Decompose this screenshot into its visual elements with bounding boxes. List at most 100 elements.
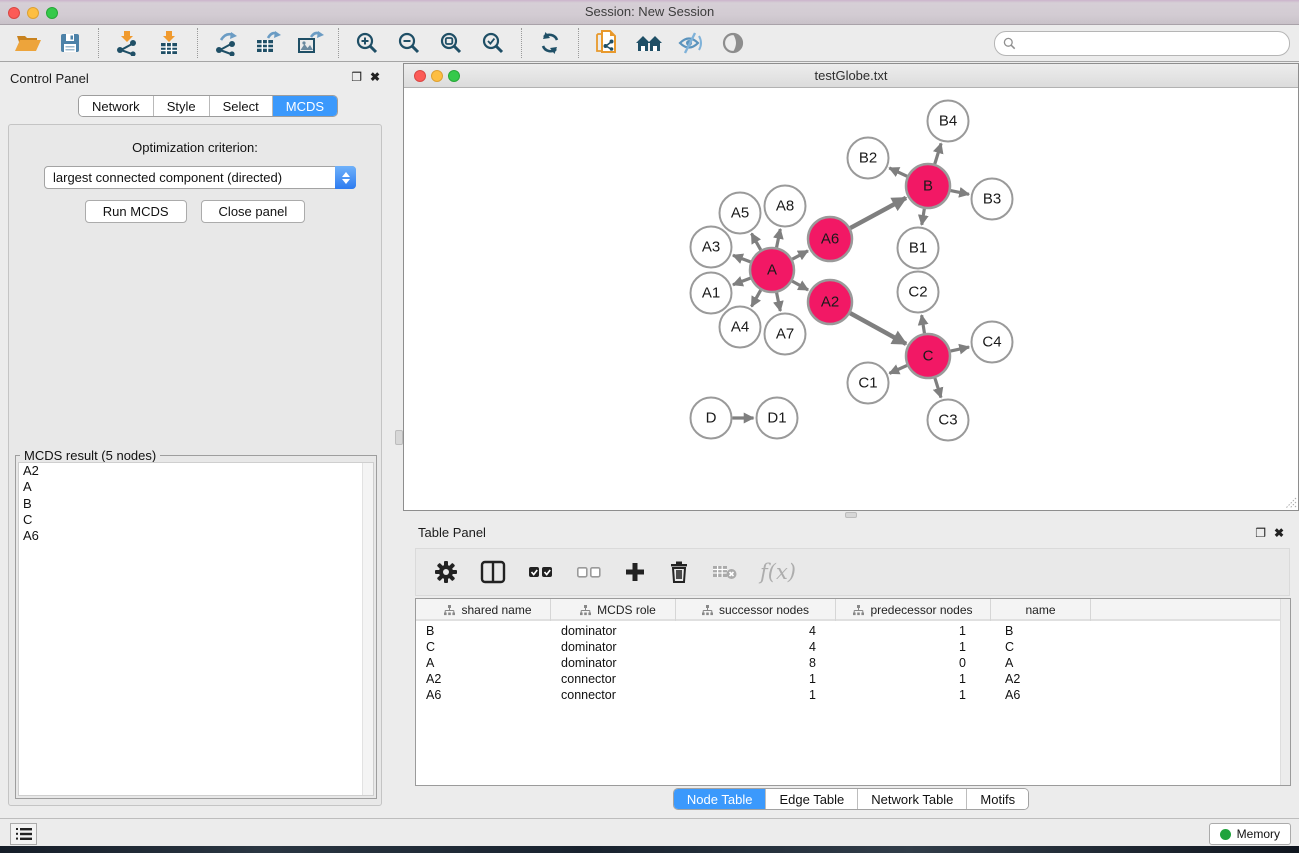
result-item[interactable]: A bbox=[19, 479, 373, 495]
save-session-icon[interactable] bbox=[53, 28, 87, 58]
close-panel-button[interactable]: Close panel bbox=[201, 200, 306, 223]
table-cell[interactable]: 1 bbox=[836, 639, 991, 655]
hide-graphics-details-icon[interactable] bbox=[674, 28, 708, 58]
graph-edge-A6-B[interactable] bbox=[850, 198, 906, 228]
graph-edge-A-A6[interactable] bbox=[792, 251, 808, 259]
graph-edge-A2-C[interactable] bbox=[850, 313, 906, 344]
graph-edge-A-A4[interactable] bbox=[752, 290, 761, 306]
search-field[interactable] bbox=[994, 31, 1290, 56]
graph-edge-A-A1[interactable] bbox=[733, 278, 750, 285]
open-file-icon[interactable] bbox=[11, 28, 45, 58]
table-cell[interactable]: 4 bbox=[676, 623, 836, 639]
gear-icon[interactable] bbox=[434, 560, 458, 584]
table-row[interactable]: A6connector11A6 bbox=[416, 687, 1280, 703]
zoom-selected-icon[interactable] bbox=[476, 28, 510, 58]
criterion-dropdown[interactable]: largest connected component (directed) bbox=[44, 166, 356, 189]
tab-style[interactable]: Style bbox=[154, 96, 210, 116]
tab-motifs[interactable]: Motifs bbox=[967, 789, 1028, 809]
mcds-result-list[interactable]: A2ABCA6 bbox=[18, 462, 374, 796]
tab-mcds[interactable]: MCDS bbox=[273, 96, 337, 116]
tab-select[interactable]: Select bbox=[210, 96, 273, 116]
table-cell[interactable]: C bbox=[991, 639, 1091, 655]
graph-edge-A-A8[interactable] bbox=[777, 229, 781, 247]
table-cell[interactable]: 1 bbox=[836, 623, 991, 639]
run-mcds-button[interactable]: Run MCDS bbox=[85, 200, 187, 223]
table-cell[interactable]: A bbox=[991, 655, 1091, 671]
table-close-panel-icon[interactable]: ✖ bbox=[1274, 527, 1284, 539]
zoom-out-icon[interactable] bbox=[392, 28, 426, 58]
tab-network[interactable]: Network bbox=[79, 96, 154, 116]
import-network-icon[interactable] bbox=[110, 28, 144, 58]
trash-icon[interactable] bbox=[668, 560, 690, 584]
column-header-predecessor-nodes[interactable]: predecessor nodes bbox=[836, 599, 991, 621]
table-cell[interactable]: 8 bbox=[676, 655, 836, 671]
home-layout-icon[interactable] bbox=[632, 28, 666, 58]
table-row[interactable]: Cdominator41C bbox=[416, 639, 1280, 655]
table-cell[interactable]: B bbox=[416, 623, 551, 639]
zoom-in-icon[interactable] bbox=[350, 28, 384, 58]
task-history-button[interactable] bbox=[10, 823, 37, 845]
table-row[interactable]: A2connector11A2 bbox=[416, 671, 1280, 687]
table-cell[interactable]: A bbox=[416, 655, 551, 671]
column-header-mcds-role[interactable]: MCDS role bbox=[551, 599, 676, 621]
vertical-splitter-handle[interactable] bbox=[395, 430, 403, 445]
add-row-icon[interactable] bbox=[624, 561, 646, 583]
table-cell[interactable]: 1 bbox=[836, 687, 991, 703]
table-cell[interactable]: 1 bbox=[836, 671, 991, 687]
table-cell[interactable]: dominator bbox=[551, 639, 676, 655]
table-cell[interactable]: C bbox=[416, 639, 551, 655]
node-table[interactable]: shared name MCDS role successor nodes pr… bbox=[415, 598, 1291, 786]
table-cell[interactable]: 1 bbox=[676, 687, 836, 703]
graph-edge-B-B2[interactable] bbox=[889, 168, 907, 176]
delete-table-icon[interactable] bbox=[712, 562, 738, 582]
graph-edge-A-A3[interactable] bbox=[733, 255, 750, 262]
network-canvas[interactable]: B4B2BB3B1A5A8A6A3AA1C2A4A7A2CC4C1C3DD1 bbox=[404, 89, 1298, 510]
table-row[interactable]: Adominator80A bbox=[416, 655, 1280, 671]
network-from-selection-icon[interactable] bbox=[590, 28, 624, 58]
graph-edge-A-A2[interactable] bbox=[792, 281, 808, 290]
column-header-successor-nodes[interactable]: successor nodes bbox=[676, 599, 836, 621]
export-network-icon[interactable] bbox=[209, 28, 243, 58]
table-cell[interactable]: connector bbox=[551, 687, 676, 703]
graph-edge-B-B4[interactable] bbox=[935, 143, 941, 164]
graph-edge-B-B3[interactable] bbox=[951, 191, 969, 195]
table-cell[interactable]: dominator bbox=[551, 655, 676, 671]
network-window-titlebar[interactable]: testGlobe.txt bbox=[404, 64, 1298, 88]
table-cell[interactable]: A2 bbox=[416, 671, 551, 687]
table-cell[interactable]: B bbox=[991, 623, 1091, 639]
table-float-panel-icon[interactable]: ❐ bbox=[1255, 527, 1266, 539]
table-cell[interactable]: A6 bbox=[991, 687, 1091, 703]
memory-button[interactable]: Memory bbox=[1209, 823, 1291, 845]
column-header-shared-name[interactable]: shared name bbox=[416, 599, 551, 621]
export-image-icon[interactable] bbox=[293, 28, 327, 58]
zoom-fit-icon[interactable] bbox=[434, 28, 468, 58]
result-item[interactable]: A6 bbox=[19, 528, 373, 544]
columns-icon[interactable] bbox=[480, 560, 506, 584]
tab-network-table[interactable]: Network Table bbox=[858, 789, 967, 809]
resize-grip-icon[interactable] bbox=[1283, 495, 1297, 509]
table-cell[interactable]: 1 bbox=[676, 671, 836, 687]
table-cell[interactable]: A2 bbox=[991, 671, 1091, 687]
graph-edge-A-A5[interactable] bbox=[752, 233, 761, 249]
column-header-name[interactable]: name bbox=[991, 599, 1091, 621]
result-scrollbar[interactable] bbox=[362, 463, 373, 795]
graph-edge-C-C3[interactable] bbox=[935, 378, 941, 398]
graph-edge-B-B1[interactable] bbox=[922, 209, 925, 225]
show-graphics-details-icon[interactable] bbox=[716, 28, 750, 58]
table-cell[interactable]: connector bbox=[551, 671, 676, 687]
table-cell[interactable]: dominator bbox=[551, 623, 676, 639]
search-input[interactable] bbox=[1021, 36, 1289, 51]
float-panel-icon[interactable]: ❐ bbox=[351, 71, 362, 83]
table-row[interactable]: Bdominator41B bbox=[416, 623, 1280, 639]
close-panel-icon[interactable]: ✖ bbox=[370, 71, 380, 83]
table-cell[interactable]: A6 bbox=[416, 687, 551, 703]
result-item[interactable]: C bbox=[19, 512, 373, 528]
graph-edge-C-C4[interactable] bbox=[950, 347, 969, 351]
graph-edge-C-C2[interactable] bbox=[922, 315, 925, 333]
import-table-icon[interactable] bbox=[152, 28, 186, 58]
table-cell[interactable]: 0 bbox=[836, 655, 991, 671]
tab-edge-table[interactable]: Edge Table bbox=[766, 789, 858, 809]
function-builder-icon[interactable]: f(x) bbox=[760, 560, 796, 584]
graph-edge-A-A7[interactable] bbox=[777, 293, 781, 311]
export-table-icon[interactable] bbox=[251, 28, 285, 58]
